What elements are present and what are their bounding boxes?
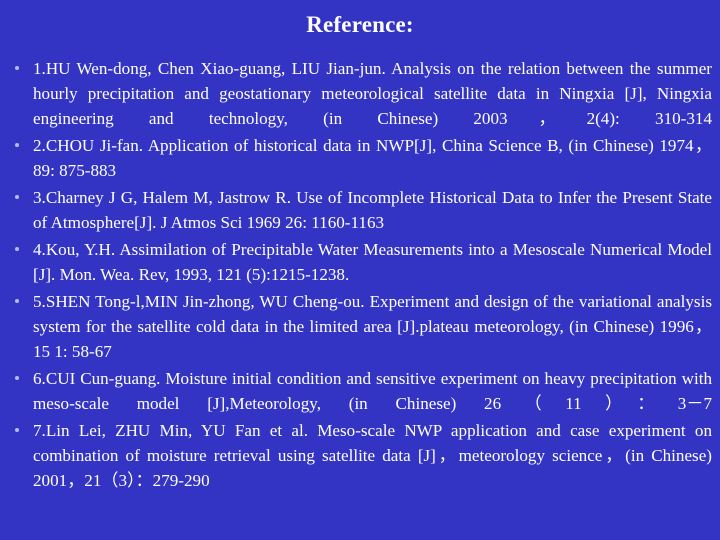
reference-item: 1.HU Wen-dong, Chen Xiao-guang, LIU Jian… xyxy=(0,56,720,131)
reference-text: 1.HU Wen-dong, Chen Xiao-guang, LIU Jian… xyxy=(33,59,712,128)
round-bullet-icon xyxy=(15,376,19,380)
slide-title: Reference: xyxy=(306,12,414,37)
round-bullet-icon xyxy=(15,143,19,147)
reference-item: 6.CUI Cun-guang. Moisture initial condit… xyxy=(0,366,720,416)
round-bullet-icon xyxy=(15,247,19,251)
reference-item: 2.CHOU Ji-fan. Application of historical… xyxy=(0,133,720,183)
reference-item: 4.Kou, Y.H. Assimilation of Precipitable… xyxy=(0,237,720,287)
round-bullet-icon xyxy=(15,428,19,432)
reference-item: 7.Lin Lei, ZHU Min, YU Fan et al. Meso-s… xyxy=(0,418,720,493)
round-bullet-icon xyxy=(15,299,19,303)
presentation-slide: Reference: 1.HU Wen-dong, Chen Xiao-guan… xyxy=(0,0,720,540)
reference-text: 5.SHEN Tong-l,MIN Jin-zhong, WU Cheng-ou… xyxy=(33,292,712,361)
reference-text: 6.CUI Cun-guang. Moisture initial condit… xyxy=(33,369,712,413)
reference-text: 4.Kou, Y.H. Assimilation of Precipitable… xyxy=(33,240,712,284)
reference-item: 3.Charney J G, Halem M, Jastrow R. Use o… xyxy=(0,185,720,235)
reference-item: 5.SHEN Tong-l,MIN Jin-zhong, WU Cheng-ou… xyxy=(0,289,720,364)
round-bullet-icon xyxy=(15,195,19,199)
reference-text: 3.Charney J G, Halem M, Jastrow R. Use o… xyxy=(33,188,712,232)
reference-list: 1.HU Wen-dong, Chen Xiao-guang, LIU Jian… xyxy=(0,56,720,493)
reference-text: 2.CHOU Ji-fan. Application of historical… xyxy=(33,136,712,180)
reference-text: 7.Lin Lei, ZHU Min, YU Fan et al. Meso-s… xyxy=(33,421,712,490)
round-bullet-icon xyxy=(15,66,19,70)
